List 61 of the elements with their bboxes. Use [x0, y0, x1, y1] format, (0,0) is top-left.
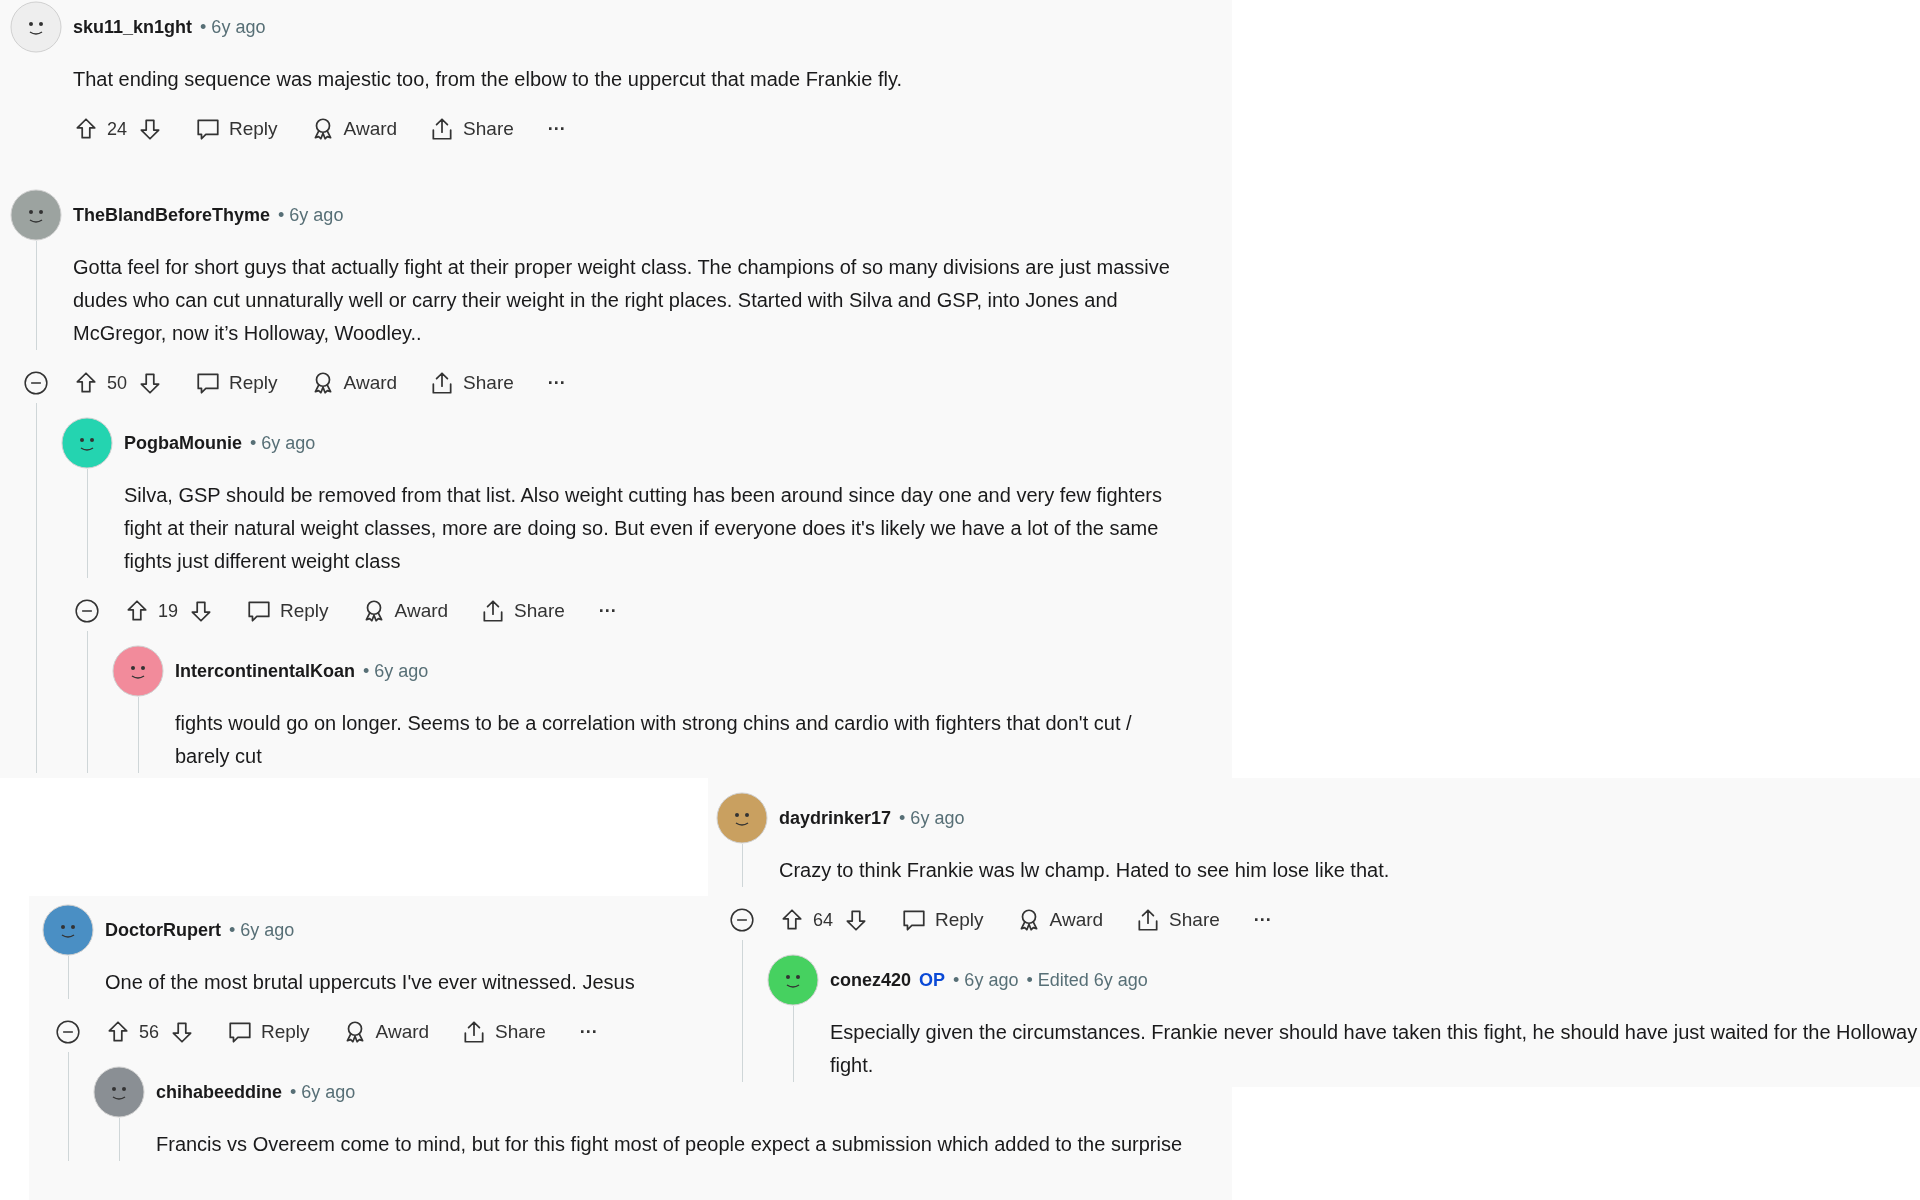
share-button[interactable]: Share — [451, 1012, 556, 1052]
comment-text: fights would go on longer. Seems to be a correlation with strong chins and cardio with fighters that don't cut / barely cut — [175, 711, 1133, 769]
award-button[interactable]: Award — [350, 591, 459, 631]
more-button[interactable]: ··· — [535, 109, 578, 149]
timestamp: • 6y ago — [229, 918, 295, 942]
username-link[interactable]: DoctorRupert — [105, 916, 221, 944]
username-link[interactable]: chihabeeddine — [156, 1078, 283, 1106]
username-link[interactable]: conez420 — [830, 966, 912, 994]
reply-button[interactable]: Reply — [217, 1012, 320, 1052]
timestamp: • 6y ago — [363, 659, 429, 683]
avatar-icon[interactable] — [112, 645, 164, 697]
op-label: OP — [919, 968, 946, 992]
reply-icon — [195, 370, 221, 396]
reply-button[interactable]: Reply — [236, 591, 339, 631]
timestamp: • 6y ago — [953, 968, 1019, 992]
award-button[interactable]: Award — [299, 109, 408, 149]
avatar-icon[interactable] — [10, 189, 62, 241]
comment-text: Crazy to think Frankie was lw champ. Hated to see him lose like that. — [779, 858, 1390, 883]
award-button[interactable]: Award — [331, 1012, 440, 1052]
reply-icon — [227, 1019, 253, 1045]
reply-icon — [195, 116, 221, 142]
reply-icon — [246, 598, 272, 624]
reply-button[interactable]: Reply — [185, 109, 288, 149]
timestamp: • 6y ago — [250, 431, 316, 455]
username-link[interactable]: sku11_kn1ght — [73, 13, 193, 41]
vote-count: 19 — [158, 599, 180, 623]
more-button[interactable]: ··· — [1241, 900, 1284, 940]
username-link[interactable]: daydrinker17 — [779, 804, 892, 832]
vote-count: 64 — [813, 908, 835, 932]
comment-text: That ending sequence was majestic too, from the elbow to the uppercut that made Frankie fly. — [73, 67, 902, 92]
reply-button[interactable]: Reply — [185, 363, 288, 403]
reply-button[interactable]: Reply — [891, 900, 994, 940]
edited-label: • Edited 6y ago — [1026, 968, 1148, 992]
vote-count: 24 — [107, 117, 129, 141]
timestamp: • 6y ago — [899, 806, 965, 830]
avatar-icon[interactable] — [42, 904, 94, 956]
comment-text: Gotta feel for short guys that actually fight at their proper weight class. The champions of so many divisions are just massive dudes who can cut unnaturally well or carry their weight in the right places. Started with Silva and GSP, into Jones and McGregor, now it’s Holloway, Woodley.. — [73, 255, 1171, 346]
username-link[interactable]: IntercontinentalKoan — [175, 657, 355, 685]
more-button[interactable]: ··· — [586, 591, 629, 631]
award-button[interactable]: Award — [299, 363, 408, 403]
comment-text: One of the most brutal uppercuts I've ever witnessed. Jesus — [105, 970, 635, 995]
award-button[interactable]: Award — [1005, 900, 1114, 940]
reply-icon — [901, 907, 927, 933]
timestamp: • 6y ago — [290, 1080, 356, 1104]
vote-count: 50 — [107, 371, 129, 395]
username-link[interactable]: PogbaMounie — [124, 429, 242, 457]
comment-text: Francis vs Overeem come to mind, but for this fight most of people expect a submission which added to the surprise — [156, 1132, 1183, 1157]
avatar-icon[interactable] — [93, 1066, 145, 1118]
comment-text: Silva, GSP should be removed from that list. Also weight cutting has been around since day one and very few fighters fight at their natural weight classes, more are doing so. But even if everyone does it's likely we have a lot of the same fights just different weight class — [124, 483, 1163, 574]
avatar-icon[interactable] — [716, 792, 768, 844]
vote-count: 56 — [139, 1020, 161, 1044]
timestamp: • 6y ago — [200, 15, 266, 39]
share-button[interactable]: Share — [1125, 900, 1230, 940]
more-button[interactable]: ··· — [567, 1012, 610, 1052]
share-button[interactable]: Share — [470, 591, 575, 631]
comment-text: Especially given the circumstances. Frankie never should have taken this fight, he should have just waited for the Holloway fight. — [830, 1020, 1919, 1078]
share-button[interactable]: Share — [419, 363, 524, 403]
share-button[interactable]: Share — [419, 109, 524, 149]
timestamp: • 6y ago — [278, 203, 344, 227]
more-button[interactable]: ··· — [535, 363, 578, 403]
username-link[interactable]: TheBlandBeforeThyme — [73, 201, 271, 229]
